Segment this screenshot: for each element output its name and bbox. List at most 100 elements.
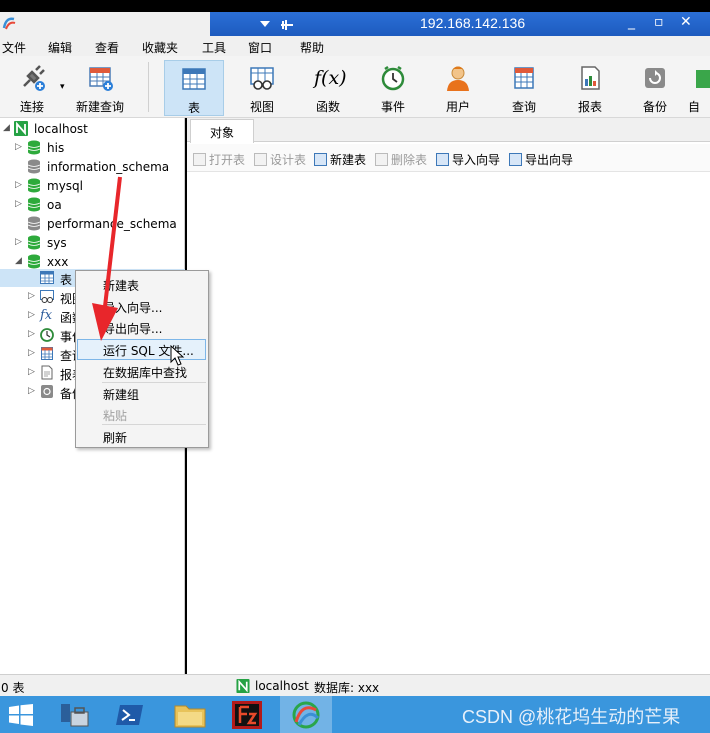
toolbar-backup-button[interactable]: 备份 bbox=[625, 60, 685, 116]
folder-icon bbox=[174, 705, 206, 728]
menu-help[interactable]: 帮助 bbox=[300, 39, 324, 56]
taskbar-filezilla[interactable] bbox=[222, 696, 272, 733]
export-wizard-icon bbox=[509, 153, 522, 166]
start-button[interactable] bbox=[0, 696, 50, 733]
ctx-refresh[interactable]: 刷新 bbox=[103, 429, 127, 446]
pin-icon[interactable] bbox=[258, 18, 298, 32]
menu-window[interactable]: 窗口 bbox=[248, 39, 272, 56]
view-icon bbox=[40, 290, 54, 303]
menu-tools[interactable]: 工具 bbox=[202, 39, 226, 56]
windows-logo-icon bbox=[9, 704, 33, 726]
navicat-logo-icon bbox=[2, 17, 16, 30]
ctx-separator bbox=[102, 424, 206, 425]
menu-view[interactable]: 查看 bbox=[95, 39, 119, 56]
menu-bar: 文件 编辑 查看 收藏夹 工具 窗口 帮助 bbox=[0, 36, 710, 56]
connection-plug-icon bbox=[23, 65, 45, 91]
connection-icon bbox=[14, 121, 28, 136]
menu-favorites[interactable]: 收藏夹 bbox=[142, 39, 178, 56]
design-table-icon bbox=[254, 153, 267, 166]
powershell-icon bbox=[116, 705, 143, 725]
restore-button[interactable]: ▫ bbox=[654, 14, 664, 30]
delete-table-button[interactable]: 删除表 bbox=[375, 151, 427, 168]
expand-arrow-icon[interactable]: ▷ bbox=[15, 142, 22, 152]
report-icon bbox=[41, 365, 53, 380]
new-table-button[interactable]: 新建表 bbox=[314, 151, 366, 168]
remote-connection-bar: 192.168.142.136 _ ▫ ✕ bbox=[210, 12, 710, 36]
toolbar-user-button[interactable]: 用户 bbox=[428, 60, 488, 116]
expand-arrow-icon[interactable]: ▷ bbox=[15, 180, 22, 190]
table-icon bbox=[182, 68, 206, 90]
toolbar-event-button[interactable]: 事件 bbox=[363, 60, 423, 116]
minimize-button[interactable]: _ bbox=[628, 14, 635, 30]
view-icon bbox=[250, 67, 274, 90]
object-panel bbox=[187, 118, 710, 674]
toolbar-table-button[interactable]: 表 bbox=[164, 60, 224, 116]
tree-db-his[interactable]: ▷ his bbox=[0, 139, 185, 157]
collapse-arrow-icon[interactable]: ◢ bbox=[15, 256, 22, 266]
server-manager-icon bbox=[61, 704, 89, 727]
remote-ip-address: 192.168.142.136 bbox=[420, 15, 526, 31]
tree-db-information-schema[interactable]: information_schema bbox=[0, 158, 185, 176]
expand-arrow-icon[interactable]: ▷ bbox=[28, 329, 35, 339]
taskbar-file-explorer[interactable] bbox=[165, 696, 215, 733]
annotation-arrow-icon bbox=[92, 176, 122, 341]
tab-strip bbox=[187, 118, 710, 142]
toolbar-automation-button[interactable]: 自 bbox=[688, 60, 710, 116]
backup-icon bbox=[41, 385, 53, 398]
toolbar-new-query-button[interactable]: 新建查询 bbox=[69, 60, 131, 116]
expand-arrow-icon[interactable]: ▷ bbox=[28, 291, 35, 301]
tree-connection-localhost[interactable]: ◢ localhost bbox=[0, 120, 185, 138]
toolbar-separator bbox=[148, 62, 149, 112]
collapse-arrow-icon[interactable]: ◢ bbox=[3, 123, 10, 133]
database-icon bbox=[27, 235, 41, 250]
tab-objects[interactable]: 对象 bbox=[190, 119, 254, 143]
toolbar-report-button[interactable]: 报表 bbox=[560, 60, 620, 116]
new-table-icon bbox=[314, 153, 327, 166]
connection-dropdown-icon[interactable]: ▾ bbox=[60, 82, 65, 92]
taskbar-server-manager[interactable] bbox=[50, 696, 100, 733]
event-clock-icon bbox=[40, 328, 54, 342]
filezilla-icon bbox=[232, 701, 262, 729]
expand-arrow-icon[interactable]: ▷ bbox=[28, 348, 35, 358]
status-bar: 0 表 localhost 数据库: xxx bbox=[0, 674, 710, 696]
expand-arrow-icon[interactable]: ▷ bbox=[15, 199, 22, 209]
ctx-separator bbox=[102, 382, 206, 383]
taskbar-powershell[interactable] bbox=[106, 696, 156, 733]
taskbar-navicat[interactable] bbox=[280, 696, 332, 733]
expand-arrow-icon[interactable]: ▷ bbox=[15, 237, 22, 247]
database-icon bbox=[27, 178, 41, 193]
menu-edit[interactable]: 编辑 bbox=[48, 39, 72, 56]
design-table-button[interactable]: 设计表 bbox=[254, 151, 306, 168]
object-toolbar: 打开表 设计表 新建表 删除表 导入向导 导出向导 bbox=[187, 144, 710, 172]
toolbar-connection-button[interactable]: 连接 bbox=[2, 60, 62, 116]
mouse-cursor-icon bbox=[170, 345, 185, 366]
expand-arrow-icon[interactable]: ▷ bbox=[28, 367, 35, 377]
main-toolbar: 连接 ▾ 新建查询 表 视图 f(x) 函数 事件 用户 查询 报表 备份 自 bbox=[0, 56, 710, 118]
table-icon bbox=[40, 271, 54, 284]
ctx-new-group[interactable]: 新建组 bbox=[103, 386, 139, 403]
menu-file[interactable]: 文件 bbox=[2, 39, 26, 56]
database-icon bbox=[27, 159, 41, 174]
toolbar-view-button[interactable]: 视图 bbox=[232, 60, 292, 116]
automation-icon bbox=[696, 70, 710, 88]
delete-table-icon bbox=[375, 153, 388, 166]
toolbar-query-button[interactable]: 查询 bbox=[494, 60, 554, 116]
event-clock-icon bbox=[381, 65, 405, 91]
expand-arrow-icon[interactable]: ▷ bbox=[28, 386, 35, 396]
import-wizard-button[interactable]: 导入向导 bbox=[436, 151, 500, 168]
close-button[interactable]: ✕ bbox=[680, 14, 692, 30]
status-connection: localhost bbox=[255, 679, 309, 693]
toolbar-function-button[interactable]: f(x) 函数 bbox=[298, 60, 358, 116]
database-icon bbox=[27, 216, 41, 231]
expand-arrow-icon[interactable]: ▷ bbox=[28, 310, 35, 320]
watermark: CSDN @桃花坞生动的芒果 bbox=[462, 707, 681, 727]
navicat-logo-icon bbox=[292, 701, 320, 729]
connection-icon bbox=[236, 679, 250, 693]
database-icon bbox=[27, 140, 41, 155]
query-icon bbox=[514, 67, 534, 89]
backup-icon bbox=[645, 68, 665, 88]
database-icon bbox=[27, 197, 41, 212]
export-wizard-button[interactable]: 导出向导 bbox=[509, 151, 573, 168]
ctx-paste[interactable]: 粘贴 bbox=[103, 407, 127, 424]
open-table-button[interactable]: 打开表 bbox=[193, 151, 245, 168]
